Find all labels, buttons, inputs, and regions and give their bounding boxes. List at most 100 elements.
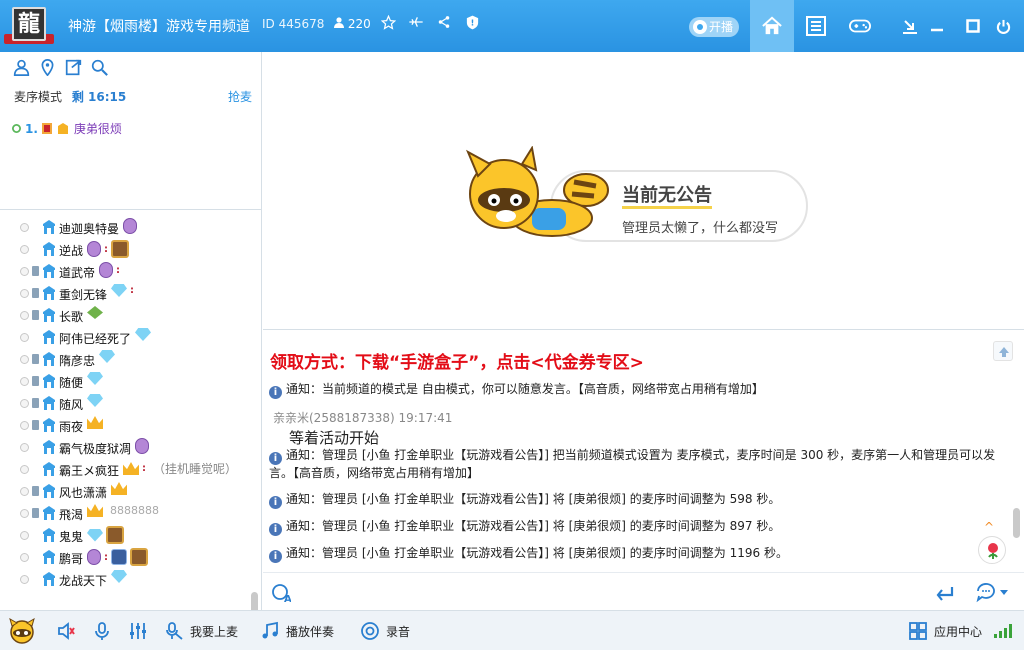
svg-text:A: A xyxy=(284,594,291,603)
member-status-icon xyxy=(20,289,29,298)
member-list-item[interactable]: 雨夜 xyxy=(0,414,248,436)
member-list-item[interactable]: 迪迦奥特曼 xyxy=(0,216,248,238)
title-bar: 龍 神游【烟雨楼】游戏专用频道 ID 445678 220 ! 开播 xyxy=(0,0,1024,52)
member-list-item[interactable]: 随风 xyxy=(0,392,248,414)
member-rank-icon xyxy=(43,396,55,410)
member-status-icon xyxy=(20,443,29,452)
send-enter-icon[interactable] xyxy=(935,585,955,601)
shield-icon[interactable]: ! xyxy=(464,14,480,30)
member-name: 霸气极度狱凋 xyxy=(59,442,132,456)
member-list-item[interactable]: 霸气极度狱凋 xyxy=(0,436,248,458)
members-icon[interactable] xyxy=(12,58,30,76)
home-icon xyxy=(762,16,782,35)
chevron-up-icon[interactable]: ^ xyxy=(984,520,994,534)
request-mic-button[interactable]: 我要上麦 xyxy=(164,611,238,650)
member-list: 迪迦奥特曼 逆战: 道武帝: 重剑无锋: 长歌 阿伟已经死了 隋彦忠 随便 随风 雨夜 霸气极度狱凋… xyxy=(0,216,248,590)
member-badges xyxy=(111,482,127,495)
network-signal xyxy=(994,611,1012,650)
member-rank-icon xyxy=(43,286,55,300)
message-input-bar[interactable]: A xyxy=(263,572,1024,610)
member-list-item[interactable]: 霸王メ疯狂: （挂机睡觉呢） xyxy=(0,458,248,480)
speaking-indicator-icon xyxy=(12,124,21,133)
member-name: 飛渴 xyxy=(59,508,84,522)
location-icon[interactable] xyxy=(38,58,56,76)
record-button[interactable]: 录音 xyxy=(360,611,410,650)
font-style-icon[interactable]: A xyxy=(271,583,291,603)
info-icon: i xyxy=(269,386,282,399)
star-icon[interactable] xyxy=(380,14,396,30)
send-flower-button[interactable] xyxy=(978,536,1006,564)
noble-shield-icon xyxy=(123,218,137,234)
member-badges xyxy=(87,306,103,319)
mic-queue-item[interactable]: 1. 庚弟很烦 xyxy=(12,120,122,137)
search-icon[interactable] xyxy=(90,58,108,76)
close-button[interactable] xyxy=(986,0,1020,52)
mic-mode-label: 麦序模式 xyxy=(14,90,63,104)
grab-mic-button[interactable]: 抢麦 xyxy=(228,88,252,105)
member-list-item[interactable]: 道武帝: xyxy=(0,260,248,282)
info-icon: i xyxy=(269,523,282,536)
member-name: 迪迦奥特曼 xyxy=(59,222,120,236)
diamond-icon xyxy=(111,284,127,297)
member-list-item[interactable]: 隋彦忠 xyxy=(0,348,248,370)
logo-badge: 龍 xyxy=(12,7,46,41)
channel-title: 神游【烟雨楼】游戏专用频道 xyxy=(68,19,250,35)
chat-scrollbar[interactable] xyxy=(1013,508,1020,538)
crown-icon xyxy=(87,416,103,429)
maximize-button[interactable] xyxy=(956,0,990,52)
user-count-value: 220 xyxy=(347,17,371,31)
member-list-item[interactable]: 重剑无锋: xyxy=(0,282,248,304)
emoji-icon[interactable] xyxy=(975,583,1011,603)
scroll-to-top-button[interactable] xyxy=(993,341,1013,361)
member-list-item[interactable]: 风也潇潇 xyxy=(0,480,248,502)
play-music-button[interactable]: 播放伴奏 xyxy=(260,611,334,650)
minimize-button[interactable] xyxy=(920,0,954,52)
list-tab[interactable] xyxy=(794,0,838,52)
noble-shield-icon xyxy=(135,438,149,454)
export-icon[interactable] xyxy=(64,58,82,76)
member-rank-icon xyxy=(43,242,55,256)
member-name: 鹏哥 xyxy=(59,552,84,566)
microphone-button[interactable] xyxy=(92,611,112,650)
list-icon xyxy=(806,16,826,36)
noble-shield-icon xyxy=(87,241,101,257)
blue-emblem-icon xyxy=(111,549,127,565)
user-avatar[interactable] xyxy=(8,611,36,650)
member-badges: : xyxy=(99,262,120,278)
member-list-item[interactable]: 鬼鬼 xyxy=(0,524,248,546)
member-list-item[interactable]: 龙战天下 xyxy=(0,568,248,590)
member-list-item[interactable]: 逆战: xyxy=(0,238,248,260)
member-list-item[interactable]: 随便 xyxy=(0,370,248,392)
member-list-item[interactable]: 飛渴 8888888 xyxy=(0,502,248,524)
member-name: 霸王メ疯狂 xyxy=(59,464,120,478)
home-tab[interactable] xyxy=(750,0,794,52)
go-live-label: 开播 xyxy=(709,20,734,34)
queue-number: 1. xyxy=(25,121,38,136)
noble-shield-icon xyxy=(99,262,113,278)
member-status-icon xyxy=(20,245,29,254)
games-tab[interactable] xyxy=(838,0,882,52)
member-rank-icon xyxy=(43,440,55,454)
maximize-icon xyxy=(966,19,980,33)
member-status-note: （挂机睡觉呢） xyxy=(153,462,238,476)
notice-text: 通知：管理员 [小鱼 打金单职业【玩游戏看公告】] 将 [庚弟很烦] 的麦序时间… xyxy=(286,492,781,506)
mic-permission-icon xyxy=(32,376,39,386)
speaker-mute-button[interactable] xyxy=(56,611,76,650)
plane-icon[interactable] xyxy=(408,14,424,30)
member-status-icon xyxy=(20,553,29,562)
member-name: 重剑无锋 xyxy=(59,288,108,302)
share-icon[interactable] xyxy=(436,14,452,30)
app-center-button[interactable]: 应用中心 xyxy=(908,611,982,650)
message-sender[interactable]: 亲亲米(2588187338) 19:17:41 xyxy=(273,409,452,426)
member-list-item[interactable]: 长歌 xyxy=(0,304,248,326)
go-live-button[interactable]: 开播 xyxy=(689,17,739,37)
member-badges: : xyxy=(87,240,129,258)
mic-remaining-time: 剩 16:15 xyxy=(71,90,127,104)
member-list-item[interactable]: 鹏哥: xyxy=(0,546,248,568)
chat-area[interactable]: 领取方式：下载“手游盒子”，点击<代金券专区> i 通知：当前频道的模式是 自由模… xyxy=(263,330,1024,572)
vip-tag-icon xyxy=(41,123,52,134)
member-status-icon xyxy=(20,311,29,320)
audio-settings-button[interactable] xyxy=(128,611,148,650)
member-rank-icon xyxy=(43,374,55,388)
member-list-item[interactable]: 阿伟已经死了 xyxy=(0,326,248,348)
